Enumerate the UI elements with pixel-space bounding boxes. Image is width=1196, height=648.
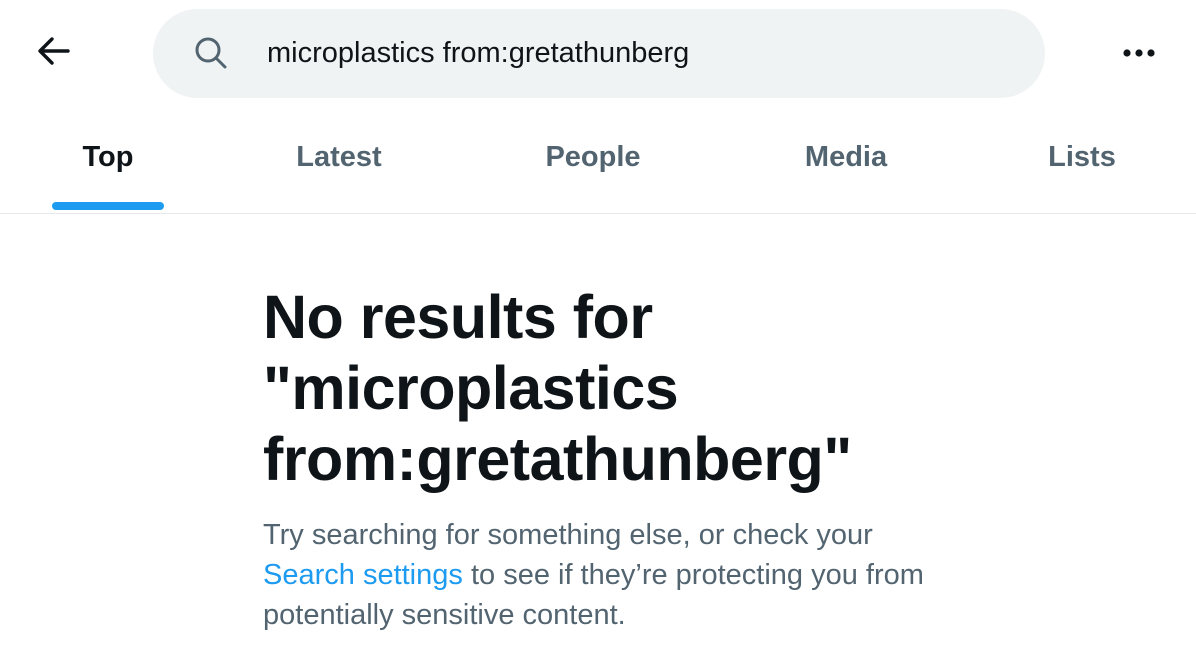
tab-label: Latest (296, 141, 382, 173)
tab-top[interactable]: Top (0, 108, 216, 213)
search-box[interactable] (153, 9, 1045, 98)
empty-state-message: Try searching for something else, or che… (263, 515, 943, 635)
tab-people[interactable]: People (462, 108, 724, 213)
more-horizontal-icon (1122, 45, 1156, 63)
tab-label: Media (804, 141, 888, 173)
tab-lists[interactable]: Lists (968, 108, 1196, 213)
tab-label: Top (82, 141, 134, 173)
empty-state-text-prefix: Try searching for something else, or che… (263, 519, 873, 551)
tab-label: People (545, 141, 641, 173)
active-tab-indicator (52, 202, 164, 210)
back-button[interactable] (22, 24, 86, 82)
arrow-left-icon (37, 36, 71, 71)
search-input[interactable] (267, 31, 1007, 75)
empty-state: No results for "microplastics from:greta… (263, 282, 943, 635)
empty-state-title: No results for "microplastics from:greta… (263, 283, 852, 493)
tab-media[interactable]: Media (724, 108, 968, 213)
search-settings-link[interactable]: Search settings (263, 559, 463, 591)
search-results-page: Top Latest People Media Lists No results… (0, 0, 1196, 648)
search-header (0, 0, 1196, 108)
tab-label: Lists (1048, 141, 1116, 173)
tab-latest[interactable]: Latest (216, 108, 462, 213)
search-icon (193, 35, 229, 71)
more-options-button[interactable] (1108, 30, 1170, 78)
search-tabs: Top Latest People Media Lists (0, 108, 1196, 214)
